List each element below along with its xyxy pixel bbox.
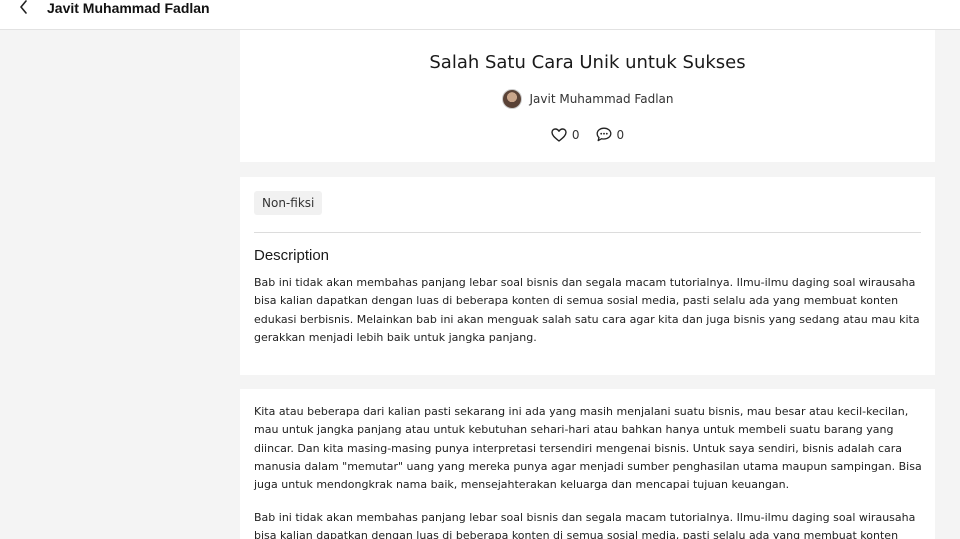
story-header-card: Salah Satu Cara Unik untuk Sukses Javit … — [240, 30, 935, 162]
avatar[interactable] — [501, 89, 522, 109]
comment-count: 0 — [616, 127, 625, 142]
chevron-left-icon — [19, 0, 29, 18]
comment-button[interactable]: 0 — [596, 127, 625, 142]
back-button[interactable] — [14, 0, 34, 16]
like-button[interactable]: 0 — [551, 128, 580, 142]
description-card: Non-fiksi Description Bab ini tidak akan… — [240, 177, 935, 375]
comment-icon — [596, 127, 612, 142]
heart-icon — [551, 127, 567, 142]
story-stats: 0 0 — [240, 127, 935, 142]
author-row[interactable]: Javit Muhammad Fadlan — [240, 89, 935, 109]
author-name[interactable]: Javit Muhammad Fadlan — [530, 91, 674, 107]
like-count: 0 — [571, 127, 580, 142]
description-heading: Description — [254, 247, 330, 264]
genre-tag[interactable]: Non-fiksi — [254, 191, 323, 215]
chapter-content-card: Kita atau beberapa dari kalian pasti sek… — [240, 389, 935, 539]
top-bar: Javit Muhammad Fadlan — [0, 0, 960, 30]
content-paragraph: Kita atau beberapa dari kalian pasti sek… — [254, 405, 922, 492]
story-title: Salah Satu Cara Unik untuk Sukses — [429, 52, 746, 73]
divider — [254, 232, 921, 233]
author-title: Javit Muhammad Fadlan — [47, 0, 210, 16]
description-text: Bab ini tidak akan membahas panjang leba… — [254, 276, 920, 344]
content-paragraph: Bab ini tidak akan membahas panjang leba… — [254, 511, 916, 539]
